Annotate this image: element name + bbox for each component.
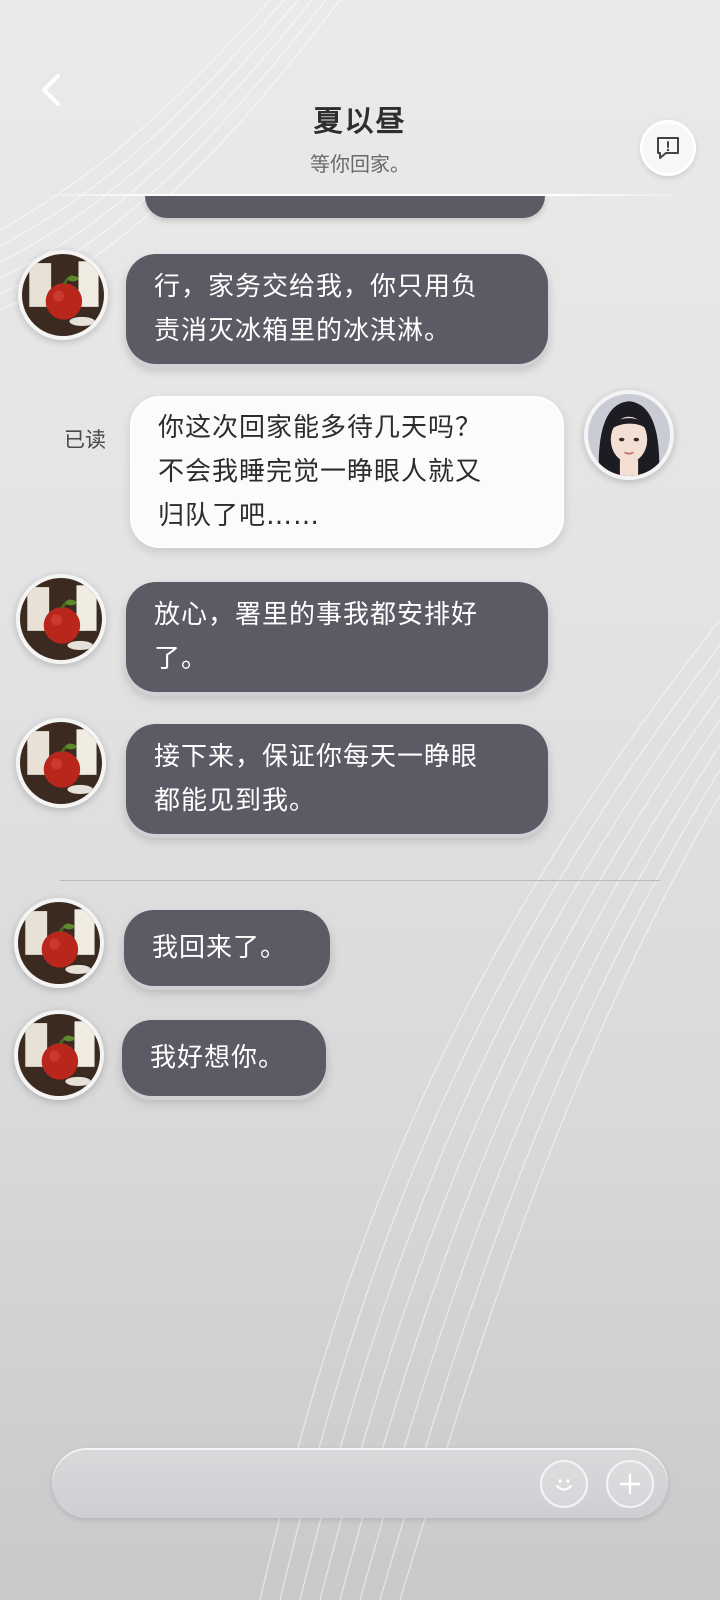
session-divider bbox=[60, 880, 660, 881]
message-bubble-incoming[interactable]: 接下来，保证你每天一睁眼 都能见到我。 bbox=[126, 724, 548, 834]
message-line: 归队了吧…… bbox=[158, 501, 321, 531]
message-bubble-outgoing[interactable]: 你这次回家能多待几天吗？ 不会我睡完觉一睁眼人就又 归队了吧…… bbox=[130, 396, 564, 548]
feedback-button[interactable] bbox=[640, 120, 696, 176]
contact-avatar[interactable] bbox=[16, 718, 106, 808]
read-status: 已读 bbox=[64, 428, 106, 452]
message-line: 都能见到我。 bbox=[154, 786, 317, 816]
contact-avatar[interactable] bbox=[16, 574, 106, 664]
emoji-button[interactable] bbox=[540, 1460, 588, 1508]
contact-avatar[interactable] bbox=[14, 1010, 104, 1100]
message-line: 不会我睡完觉一睁眼人就又 bbox=[158, 457, 483, 487]
apple-photo bbox=[18, 1014, 100, 1096]
user-avatar[interactable] bbox=[584, 390, 674, 480]
contact-avatar[interactable] bbox=[14, 898, 104, 988]
plus-button[interactable] bbox=[606, 1460, 654, 1508]
contact-name: 夏以昼 bbox=[313, 104, 407, 138]
plus-icon bbox=[619, 1473, 641, 1495]
smiley-icon bbox=[555, 1479, 573, 1491]
message-line: 你这次回家能多待几天吗？ bbox=[158, 413, 483, 443]
contact-avatar[interactable] bbox=[18, 250, 108, 340]
message-line: 放心，署里的事我都安排好 bbox=[154, 600, 479, 630]
chat-header: 夏以昼 等你回家。 bbox=[0, 0, 720, 200]
apple-photo bbox=[22, 254, 104, 336]
apple-photo bbox=[20, 578, 102, 660]
message-line: 行，家务交给我，你只用负 bbox=[154, 272, 479, 302]
message-line: 了。 bbox=[154, 644, 209, 674]
user-portrait bbox=[588, 394, 670, 476]
apple-photo bbox=[20, 722, 102, 804]
message-line: 我回来了。 bbox=[152, 933, 288, 963]
message-line: 我好想你。 bbox=[150, 1043, 286, 1073]
message-bubble-incoming[interactable]: 放心，署里的事我都安排好 了。 bbox=[126, 582, 548, 692]
message-input[interactable] bbox=[76, 1458, 506, 1508]
previous-message-bubble bbox=[145, 196, 545, 218]
message-alert-icon bbox=[657, 137, 679, 159]
message-bubble-incoming[interactable]: 我回来了。 bbox=[124, 910, 330, 986]
apple-photo bbox=[18, 902, 100, 984]
contact-status: 等你回家。 bbox=[310, 152, 410, 176]
message-line: 责消灭冰箱里的冰淇淋。 bbox=[154, 316, 452, 346]
message-line: 接下来，保证你每天一睁眼 bbox=[154, 742, 479, 772]
message-bubble-incoming[interactable]: 我好想你。 bbox=[122, 1020, 326, 1096]
message-bubble-incoming[interactable]: 行，家务交给我，你只用负 责消灭冰箱里的冰淇淋。 bbox=[126, 254, 548, 364]
message-input-bar bbox=[52, 1448, 668, 1518]
